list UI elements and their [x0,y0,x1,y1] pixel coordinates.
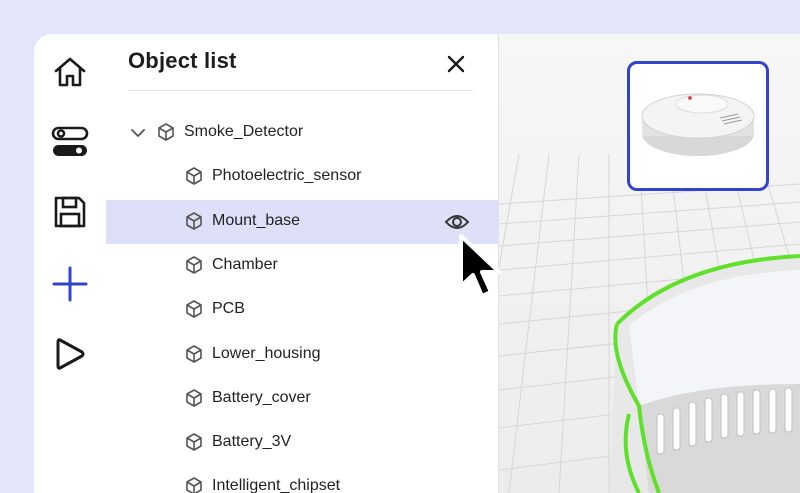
save-icon [54,196,86,228]
smoke-detector-image [641,93,755,156]
add-icon [52,266,88,302]
cube-icon [186,389,202,407]
tree-item-lower-housing[interactable]: Lower_housing [106,333,498,377]
tree-item-mount-base[interactable]: Mount_base [106,200,498,244]
cube-icon [186,167,202,185]
toggles-icon [51,126,89,156]
tree-item-label: Battery_3V [212,433,292,450]
tree-item-label: Battery_cover [212,389,311,406]
panel-divider [128,90,473,91]
cube-icon [186,212,202,230]
cube-icon [186,345,202,363]
mouse-cursor-icon [459,234,501,298]
home-icon [54,57,86,87]
chevron-down-icon[interactable] [129,124,147,142]
tree-item-photoelectric-sensor[interactable]: Photoelectric_sensor [106,155,498,199]
tree-item-battery-cover[interactable]: Battery_cover [106,377,498,421]
model-thumbnail[interactable]: 1 [627,61,769,191]
tree-item-pcb[interactable]: PCB [106,288,498,332]
tree-item-label: PCB [212,300,245,317]
tree-item-battery-3v[interactable]: Battery_3V [106,421,498,465]
add-button[interactable] [50,264,90,304]
tree-item-label: Photoelectric_sensor [212,167,362,184]
play-icon [56,338,85,370]
settings-toggle-button[interactable] [50,122,90,162]
cube-icon [186,256,202,274]
cube-icon [186,300,202,318]
cube-icon [158,123,174,141]
tree-item-chamber[interactable]: Chamber [106,244,498,288]
3d-viewport[interactable]: 1 [499,34,800,493]
panel-title: Object list [128,48,237,73]
close-icon [447,55,465,73]
close-button[interactable] [442,50,470,78]
tree-item-label: Intelligent_chipset [212,477,341,493]
object-list-panel: Object list Smoke_Detector Photoelectric… [106,34,499,493]
toolbar [34,34,106,493]
eye-icon[interactable] [444,210,470,234]
home-button[interactable] [50,52,90,92]
play-button[interactable] [50,334,90,374]
tree-item-label: Smoke_Detector [184,123,304,140]
cube-icon [186,433,202,451]
cube-icon [186,477,202,493]
tree-item-label: Chamber [212,256,278,273]
tree-item-label: Mount_base [212,212,301,229]
app-window: Object list Smoke_Detector Photoelectric… [34,34,800,493]
tree-item-label: Lower_housing [212,345,321,362]
tree-item-smoke-detector[interactable]: Smoke_Detector [106,111,498,155]
tree-item-intelligent-chipset[interactable]: Intelligent_chipset [106,465,498,493]
save-button[interactable] [50,192,90,232]
